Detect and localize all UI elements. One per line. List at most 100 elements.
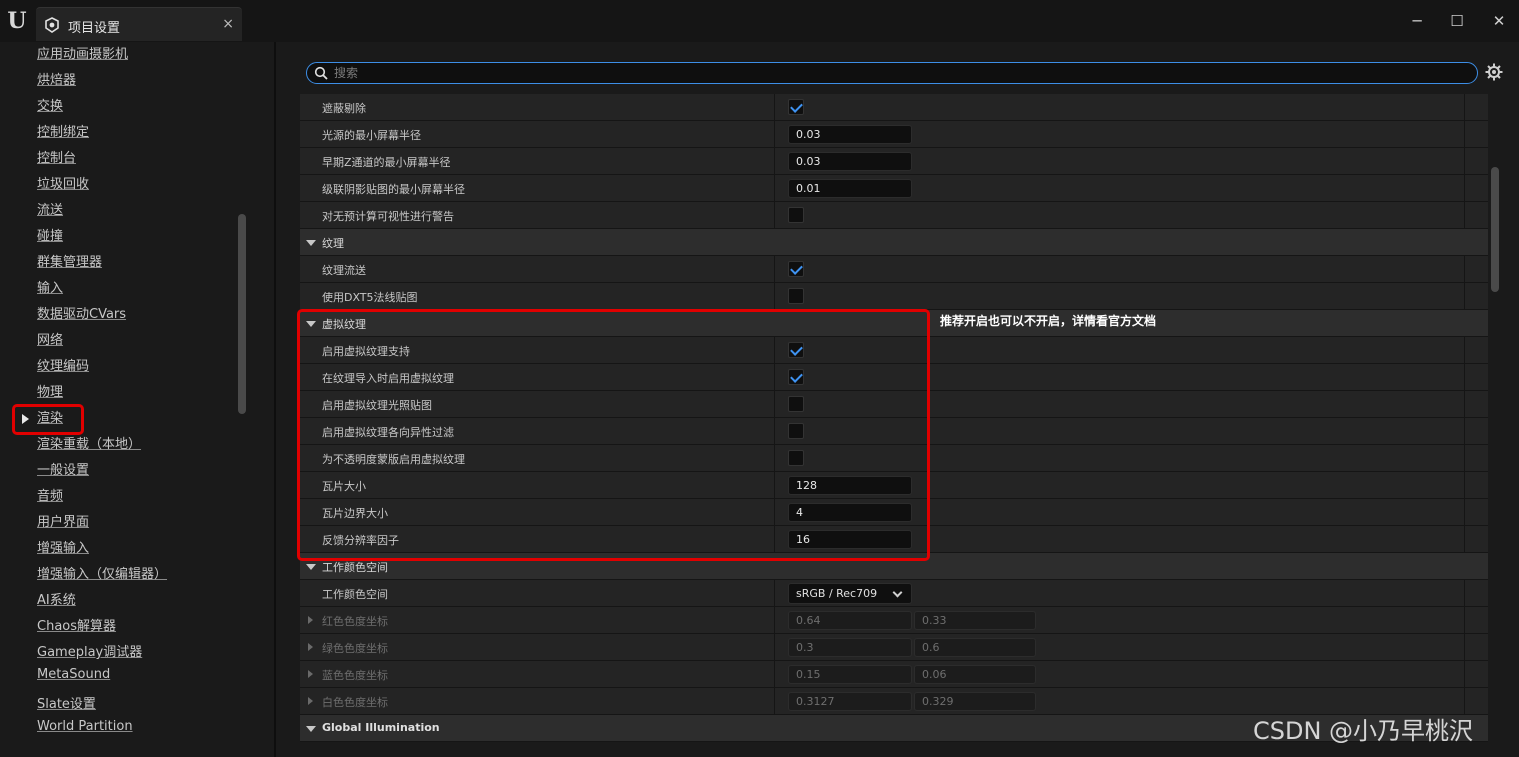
tab-title: 项目设置 — [68, 21, 121, 36]
column-divider — [1464, 661, 1465, 687]
sidebar-item[interactable]: 用户界面 — [37, 511, 89, 530]
chroma-x-field[interactable]: 0.64 — [788, 611, 912, 630]
sidebar-item[interactable]: 控制绑定 — [37, 121, 89, 140]
sidebar-item[interactable]: 输入 — [37, 277, 63, 296]
minimize-button[interactable]: ─ — [1402, 10, 1432, 32]
collapse-arrow-icon[interactable] — [306, 240, 316, 246]
gear-icon[interactable] — [1485, 63, 1503, 81]
setting-label: 使用DXT5法线贴图 — [322, 291, 418, 304]
tab-close-icon[interactable]: × — [222, 16, 234, 32]
sidebar-scrollbar[interactable] — [238, 214, 246, 414]
chevron-down-icon — [892, 587, 903, 598]
setting-label: 绿色色度坐标 — [322, 642, 388, 655]
number-field[interactable]: 0.03 — [788, 125, 912, 144]
chroma-x-field[interactable]: 0.3 — [788, 638, 912, 657]
watermark: CSDN @小乃早桃沢 — [1253, 717, 1474, 745]
sidebar-item[interactable]: 纹理编码 — [37, 355, 89, 374]
column-divider — [1464, 607, 1465, 633]
setting-label: 工作颜色空间 — [322, 588, 388, 601]
sidebar-item[interactable]: 增强输入（仅编辑器） — [37, 563, 167, 582]
column-divider[interactable] — [774, 175, 775, 201]
setting-checkbox[interactable] — [788, 261, 804, 277]
expand-arrow-icon[interactable] — [22, 414, 29, 424]
setting-label: 纹理流送 — [322, 264, 366, 277]
column-divider[interactable] — [774, 256, 775, 282]
sidebar-item[interactable]: World Partition — [37, 719, 133, 734]
sidebar-item[interactable]: Chaos解算器 — [37, 615, 116, 634]
expand-arrow-icon[interactable] — [308, 697, 313, 705]
settings-cube-icon — [45, 17, 59, 33]
column-divider — [1464, 526, 1465, 552]
chroma-y-field[interactable]: 0.6 — [914, 638, 1036, 657]
section-header[interactable]: 纹理 — [300, 229, 1488, 256]
sidebar-item[interactable]: 物理 — [37, 381, 63, 400]
collapse-arrow-icon[interactable] — [306, 726, 316, 732]
column-divider[interactable] — [774, 661, 775, 687]
sidebar-item[interactable]: Slate设置 — [37, 693, 96, 712]
setting-row: 蓝色色度坐标 0.15 0.06 — [300, 661, 1488, 688]
sidebar-item[interactable]: Gameplay调试器 — [37, 641, 142, 660]
unreal-logo-icon[interactable]: U — [4, 8, 30, 34]
chroma-x-field[interactable]: 0.3127 — [788, 692, 912, 711]
expand-arrow-icon[interactable] — [308, 643, 313, 651]
sidebar-item[interactable]: 交换 — [37, 95, 63, 114]
sidebar-item[interactable]: 一般设置 — [37, 459, 89, 478]
number-field[interactable]: 0.03 — [788, 152, 912, 171]
chroma-y-field[interactable]: 0.329 — [914, 692, 1036, 711]
column-divider[interactable] — [774, 688, 775, 714]
column-divider[interactable] — [774, 148, 775, 174]
sidebar-item[interactable]: 流送 — [37, 199, 63, 218]
sidebar-item[interactable]: 渲染重载（本地） — [37, 433, 141, 452]
sidebar-item[interactable]: 碰撞 — [37, 225, 63, 244]
sidebar-item[interactable]: 应用动画摄影机 — [37, 43, 128, 62]
number-field[interactable]: 0.01 — [788, 179, 912, 198]
sidebar-item[interactable]: 垃圾回收 — [37, 173, 89, 192]
expand-arrow-icon[interactable] — [308, 616, 313, 624]
column-divider[interactable] — [774, 634, 775, 660]
sidebar-item[interactable]: 群集管理器 — [37, 251, 102, 270]
column-divider — [1464, 364, 1465, 390]
chroma-y-field[interactable]: 0.06 — [914, 665, 1036, 684]
sidebar-item[interactable]: 控制台 — [37, 147, 76, 166]
column-divider[interactable] — [774, 283, 775, 309]
column-divider[interactable] — [774, 580, 775, 606]
setting-checkbox[interactable] — [788, 288, 804, 304]
setting-label: 白色色度坐标 — [322, 696, 388, 709]
setting-label: 蓝色色度坐标 — [322, 669, 388, 682]
column-divider[interactable] — [774, 202, 775, 228]
column-divider[interactable] — [774, 121, 775, 147]
setting-row: 纹理流送 — [300, 256, 1488, 283]
setting-checkbox[interactable] — [788, 207, 804, 223]
column-divider — [1464, 283, 1465, 309]
setting-row: 光源的最小屏幕半径 0.03 — [300, 121, 1488, 148]
column-divider[interactable] — [774, 94, 775, 120]
sidebar-item[interactable]: 网络 — [37, 329, 63, 348]
sidebar-item[interactable]: 烘焙器 — [37, 69, 76, 88]
column-divider[interactable] — [774, 607, 775, 633]
maximize-button[interactable]: ☐ — [1442, 10, 1472, 32]
settings-main-panel: 遮蔽剔除光源的最小屏幕半径 0.03 早期Z通道的最小屏幕半径 0.03 级联阴影贴图的… — [276, 42, 1519, 757]
setting-row: 早期Z通道的最小屏幕半径 0.03 — [300, 148, 1488, 175]
setting-label: 早期Z通道的最小屏幕半径 — [322, 156, 451, 169]
chroma-y-field[interactable]: 0.33 — [914, 611, 1036, 630]
expand-arrow-icon[interactable] — [308, 670, 313, 678]
sidebar-item[interactable]: MetaSound — [37, 667, 110, 682]
close-window-button[interactable]: ✕ — [1484, 10, 1514, 32]
tab-project-settings[interactable]: 项目设置 × — [36, 7, 242, 41]
settings-scrollbar[interactable] — [1491, 167, 1499, 292]
sidebar-item[interactable]: 增强输入 — [37, 537, 89, 556]
search-box[interactable] — [306, 62, 1478, 84]
setting-checkbox[interactable] — [788, 99, 804, 115]
color-space-dropdown[interactable]: sRGB / Rec709 — [788, 583, 912, 604]
column-divider — [1464, 148, 1465, 174]
sidebar-item[interactable]: 数据驱动CVars — [37, 303, 126, 322]
collapse-arrow-icon[interactable] — [306, 564, 316, 570]
column-divider — [1464, 445, 1465, 471]
column-divider — [1464, 499, 1465, 525]
chroma-x-field[interactable]: 0.15 — [788, 665, 912, 684]
search-icon — [314, 66, 328, 80]
column-divider — [1464, 391, 1465, 417]
sidebar-item[interactable]: AI系统 — [37, 589, 76, 608]
sidebar-item[interactable]: 音频 — [37, 485, 63, 504]
search-input[interactable] — [334, 64, 1434, 82]
